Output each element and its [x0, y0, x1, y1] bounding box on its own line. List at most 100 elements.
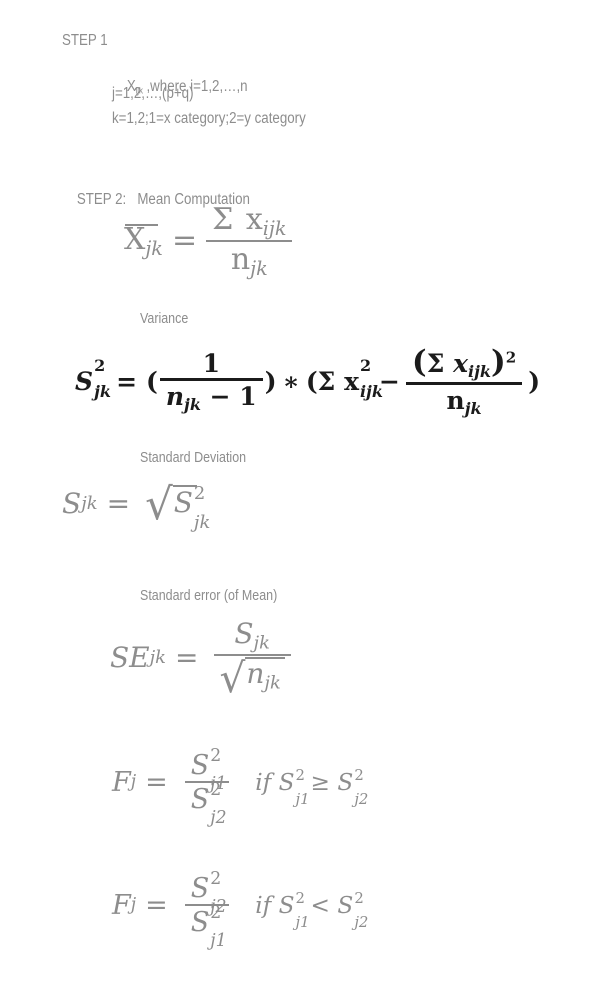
mean-denominator: njk [225, 242, 274, 278]
radical-icon-2: √ [219, 654, 246, 703]
f2-den-sub: j1 [210, 931, 227, 952]
variance-open-paren: ( [146, 367, 158, 397]
variance-fraction-2: (Σ xijk)2 njk [405, 344, 523, 417]
mean-overbar [125, 223, 158, 226]
f2-condition: if S 2 j1 < S 2 j2 [229, 888, 368, 929]
std-err-fraction: Sjk √ njk [213, 620, 291, 703]
variance-frac2-num-symbol: x [453, 349, 469, 378]
f1-num-symbol: S [190, 750, 210, 781]
variance-close-paren: ) [264, 367, 277, 397]
variance-frac1-den-subscript: jk [184, 394, 201, 414]
variance-frac1-denominator: njk − 1 [160, 381, 263, 413]
variance-frac2-den-subscript: jk [464, 398, 482, 418]
variance-frac2-num-sup: 2 [505, 348, 517, 367]
f1-if-word: if [255, 768, 272, 796]
f1-cond-right-symbol: S [337, 768, 354, 796]
variance-frac2-open-paren: ( [411, 344, 427, 380]
std-err-lhs-symbol: SE [110, 641, 150, 675]
f1-cond-left-sub: j1 [295, 789, 310, 808]
mean-numerator-subscript: ijk [262, 216, 287, 240]
variance-frac2-den-symbol: n [446, 385, 465, 415]
f1-condition: if S 2 j1 ≥ S 2 j2 [229, 765, 368, 806]
std-err-formula: SE jk = Sjk √ njk [110, 620, 291, 703]
f1-num-sup: 2 [210, 746, 222, 767]
f1-cond-right-sup: 2 [354, 765, 364, 784]
std-err-den-subscript: jk [264, 672, 281, 694]
step1-line-2: j=1,2,…,(p+q) [112, 85, 194, 102]
f2-cond-right-symbol: S [337, 891, 354, 919]
f2-cond-operator: < [310, 891, 331, 919]
std-dev-lhs-subscript: jk [81, 493, 98, 514]
variance-equals: = [116, 367, 138, 397]
f1-cond-left-symbol: S [278, 768, 295, 796]
variance-open-paren-2: ( [305, 367, 318, 397]
std-dev-label: Standard Deviation [140, 450, 247, 466]
f2-if-word: if [255, 891, 272, 919]
std-err-numerator: Sjk [228, 620, 276, 654]
f-ratio-2-formula: Fj = S 2 j2 S 2 j1 if S 2 j1 < S 2 j2 [112, 870, 368, 950]
f2-cond-left-sub: j1 [295, 912, 310, 931]
f-ratio-1-formula: Fj = S 2 j1 S 2 j2 if S 2 j1 ≥ S 2 j2 [112, 747, 368, 827]
variance-frac1-den-symbol: n [165, 381, 185, 411]
f1-lhs-symbol: F [112, 767, 131, 798]
std-err-lhs-subscript: jk [149, 647, 167, 669]
std-err-radicand: njk [245, 657, 285, 697]
variance-frac1-den-rest: − 1 [209, 381, 257, 411]
variance-sum-sub: ijk [359, 381, 383, 401]
std-err-num-subscript: jk [253, 632, 270, 654]
std-dev-formula: Sjk = √ S 2 jk [62, 480, 210, 532]
f1-fraction: S 2 j1 S 2 j2 [184, 747, 230, 827]
std-dev-equals: = [106, 486, 131, 520]
step1-heading: STEP 1 [62, 32, 108, 49]
variance-lhs-symbol: S [75, 367, 94, 397]
std-dev-radicand: S 2 jk [172, 485, 210, 532]
std-err-radical: √ njk [219, 654, 285, 703]
sigma-icon-3: Σ [426, 349, 445, 378]
step1-line-3: k=1,2;1=x category;2=y category [112, 110, 306, 127]
f1-cond-operator: ≥ [310, 768, 331, 796]
variance-sum-symbol: x [344, 367, 359, 397]
f2-den-symbol: S [190, 907, 210, 938]
variance-frac2-denominator: njk [441, 385, 488, 417]
mean-denominator-subscript: jk [250, 256, 268, 280]
step2-heading-prefix: STEP 2: [76, 191, 127, 208]
formula-sheet-page: STEP 1 Xijk ,where i=1,2,…,n j=1,2,…,(p+… [0, 0, 598, 1000]
f1-den-symbol: S [190, 784, 210, 815]
f2-cond-left-sup: 2 [295, 888, 306, 907]
f1-cond-left-sup: 2 [295, 765, 306, 784]
variance-close-paren-2: ) [528, 367, 541, 397]
std-err-num-symbol: S [234, 617, 254, 650]
std-err-equals: = [175, 641, 199, 675]
variance-fraction-1: 1 njk − 1 [159, 348, 263, 413]
variance-lhs-sup: 2 [94, 355, 106, 375]
mean-lhs-subscript: jk [145, 236, 163, 260]
f2-cond-left-symbol: S [278, 891, 295, 919]
radical-icon: √ [145, 480, 173, 530]
f2-numerator: S 2 j2 [185, 870, 230, 916]
variance-frac2-numerator: (Σ xijk)2 [406, 344, 522, 382]
mean-numerator: Σ xijk [206, 205, 292, 240]
std-dev-rad-symbol: S [173, 486, 193, 519]
variance-times-operator: ∗ [282, 367, 300, 397]
std-dev-lhs-symbol: S [62, 486, 82, 520]
mean-numerator-symbol: x [245, 202, 263, 237]
variance-frac2-close-paren: ) [490, 344, 506, 380]
f2-cond-right-sub: j2 [354, 912, 369, 931]
variance-frac1-numerator: 1 [202, 348, 220, 378]
sigma-icon: Σ [212, 202, 234, 237]
f2-cond-right-sup: 2 [354, 888, 364, 907]
std-dev-rad-sup: 2 [193, 483, 206, 505]
mean-equals: = [171, 223, 198, 259]
variance-label: Variance [140, 311, 189, 327]
std-dev-radical: √ S 2 jk [145, 480, 210, 532]
variance-sum-sup: 2 [359, 355, 372, 375]
variance-formula: S 2 jk = ( 1 njk − 1 ) ∗ ( Σ x 2 ijk − (Σ xi… [75, 344, 541, 417]
f1-den-sup: 2 [210, 780, 222, 801]
std-err-denominator: √ njk [214, 654, 291, 703]
f2-den-sup: 2 [210, 903, 222, 924]
f1-den-sub: j2 [210, 808, 227, 829]
f2-equals: = [145, 890, 168, 921]
mean-denominator-symbol: n [230, 241, 251, 277]
variance-lhs-sub: jk [94, 381, 111, 401]
f2-lhs-symbol: F [112, 890, 131, 921]
